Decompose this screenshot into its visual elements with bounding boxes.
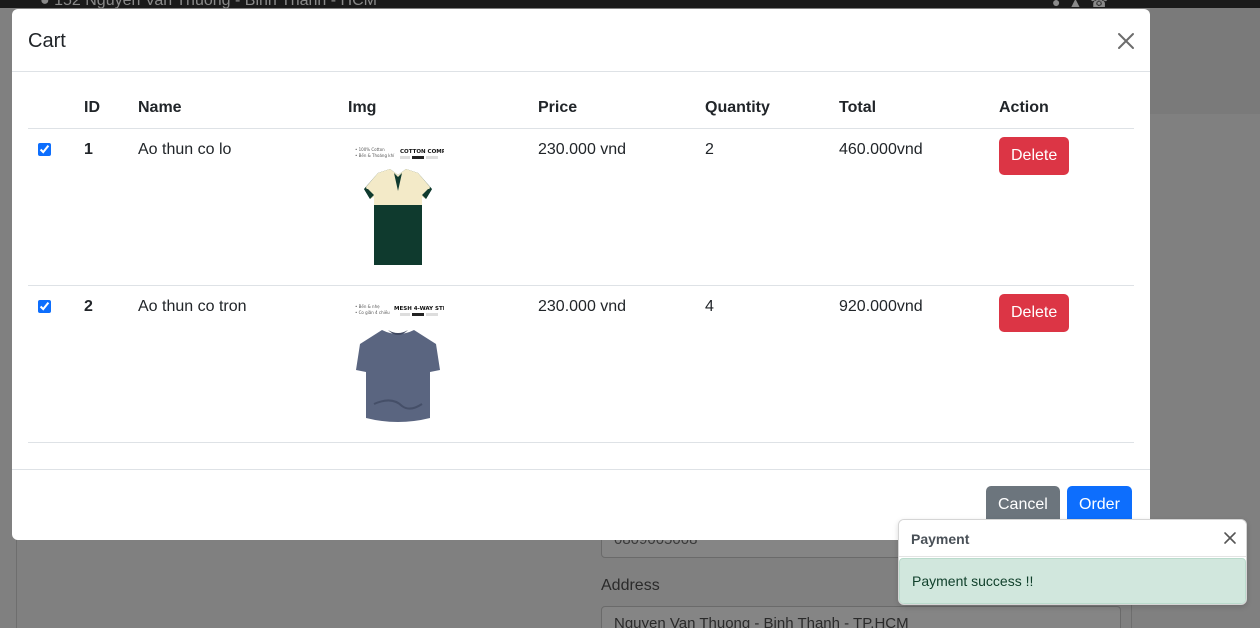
modal-title: Cart bbox=[28, 30, 66, 52]
col-price: Price bbox=[530, 90, 697, 129]
close-icon[interactable] bbox=[1114, 29, 1138, 53]
row-id: 1 bbox=[76, 128, 130, 286]
col-name: Name bbox=[130, 90, 340, 129]
row-action-cell: Delete bbox=[991, 128, 1134, 286]
row-price: 230.000 vnd bbox=[530, 285, 697, 443]
address-field[interactable]: Nguyen Van Thuong - Binh Thanh - TP.HCM bbox=[601, 606, 1121, 628]
tshirt-image: • Bền & nhẹ • Co giãn 4 chiều MESH 4-WAY… bbox=[352, 300, 444, 430]
row-name: Ao thun co tron bbox=[130, 285, 340, 443]
svg-text:• 100% Cotton: • 100% Cotton bbox=[355, 147, 385, 152]
payment-toast: Payment Payment success !! bbox=[898, 519, 1247, 605]
address-label: Address bbox=[601, 577, 660, 594]
col-id: ID bbox=[76, 90, 130, 129]
row-id: 2 bbox=[76, 285, 130, 443]
svg-text:• Bền & nhẹ: • Bền & nhẹ bbox=[355, 304, 380, 309]
modal-header: Cart bbox=[12, 9, 1150, 72]
table-row: 2 Ao thun co tron • Bền & nhẹ • Co giãn … bbox=[28, 285, 1134, 443]
toast-title: Payment bbox=[911, 531, 970, 547]
delete-button[interactable]: Delete bbox=[999, 294, 1070, 332]
svg-text:COTTON COMPACT: COTTON COMPACT bbox=[400, 149, 444, 155]
col-img: Img bbox=[340, 90, 530, 129]
row-img-cell: • Bền & nhẹ • Co giãn 4 chiều MESH 4-WAY… bbox=[340, 285, 530, 443]
table-row: 1 Ao thun co lo • 100% Cotton • Bền & Th… bbox=[28, 128, 1134, 286]
row-total: 920.000vnd bbox=[831, 285, 991, 443]
svg-text:• Bền & Thoáng khí: • Bền & Thoáng khí bbox=[355, 153, 395, 158]
modal-body: ID Name Img Price Quantity Total Action … bbox=[12, 72, 1150, 469]
row-name: Ao thun co lo bbox=[130, 128, 340, 286]
delete-button[interactable]: Delete bbox=[999, 137, 1070, 175]
row-quantity: 4 bbox=[697, 285, 831, 443]
row-total: 460.000vnd bbox=[831, 128, 991, 286]
svg-text:• Co giãn 4 chiều: • Co giãn 4 chiều bbox=[355, 310, 390, 315]
row-checkbox[interactable] bbox=[38, 143, 51, 156]
row-img-cell: • 100% Cotton • Bền & Thoáng khí COTTON … bbox=[340, 128, 530, 286]
row-price: 230.000 vnd bbox=[530, 128, 697, 286]
background-panel bbox=[1150, 8, 1260, 114]
svg-text:MESH 4-WAY STRETCH: MESH 4-WAY STRETCH bbox=[394, 306, 444, 312]
row-quantity: 2 bbox=[697, 128, 831, 286]
cart-table: ID Name Img Price Quantity Total Action … bbox=[28, 90, 1134, 443]
toast-message: Payment success !! bbox=[899, 558, 1246, 604]
toast-header: Payment bbox=[899, 520, 1246, 557]
top-bar: ● 152 Nguyen Van Thuong - Binh Thanh - H… bbox=[0, 0, 1260, 10]
col-total: Total bbox=[831, 90, 991, 129]
col-select bbox=[28, 90, 76, 129]
polo-shirt-image: • 100% Cotton • Bền & Thoáng khí COTTON … bbox=[352, 143, 444, 273]
col-quantity: Quantity bbox=[697, 90, 831, 129]
close-icon[interactable] bbox=[1222, 530, 1238, 546]
row-action-cell: Delete bbox=[991, 285, 1134, 443]
col-action: Action bbox=[991, 90, 1134, 129]
cart-modal: Cart ID Name Img Price Quantity Total Ac… bbox=[12, 9, 1150, 540]
row-checkbox[interactable] bbox=[38, 300, 51, 313]
table-header-row: ID Name Img Price Quantity Total Action bbox=[28, 90, 1134, 129]
